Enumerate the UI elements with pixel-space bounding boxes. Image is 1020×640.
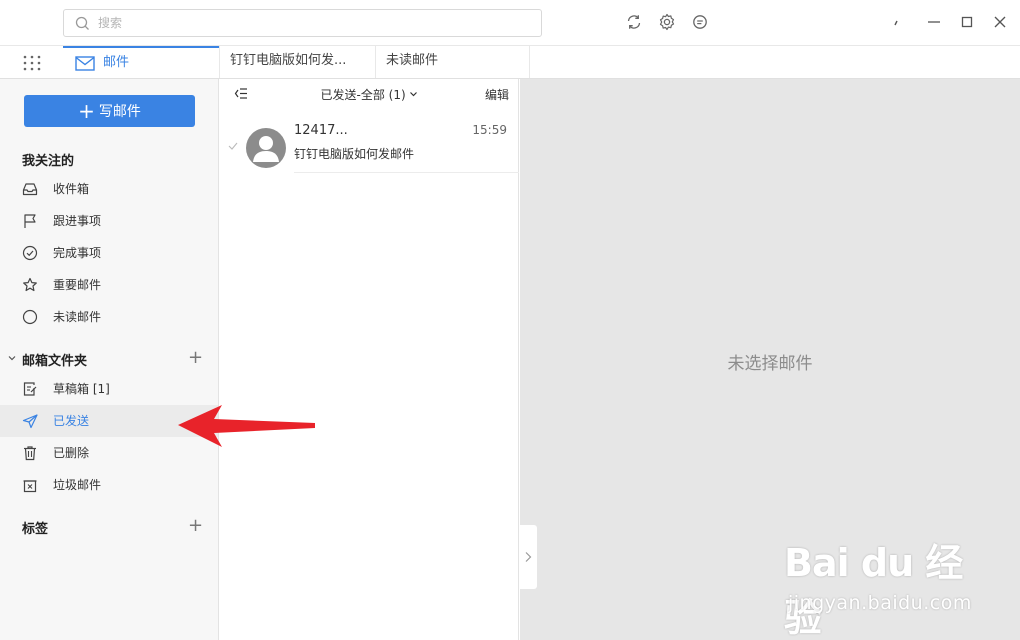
sidebar-item-label: 跟进事项 (53, 214, 102, 228)
edit-button[interactable]: 编辑 (485, 86, 509, 103)
divider (294, 172, 519, 173)
watermark-url: jingyan.baidu.com (788, 592, 972, 614)
list-item[interactable]: 12417... 15:59 钉钉电脑版如何发邮件 (220, 112, 519, 174)
circle-icon (22, 309, 38, 325)
trash-icon (24, 446, 36, 461)
search-icon (75, 16, 89, 30)
sidebar-item-drafts[interactable]: 草稿箱 [1] (0, 373, 218, 405)
sidebar-item-important[interactable]: 重要邮件 (0, 269, 218, 301)
tab-unread[interactable]: 未读邮件 (375, 46, 530, 78)
section-following: 我关注的 (22, 154, 75, 169)
minimize-icon[interactable] (924, 12, 944, 32)
draft-icon (23, 382, 37, 396)
sidebar-item-inbox[interactable]: 收件箱 (0, 173, 218, 205)
user-icon (253, 136, 279, 162)
title-bar (0, 0, 1020, 46)
sidebar-item-label: 收件箱 (53, 182, 90, 196)
tab-bar: 邮件 钉钉电脑版如何发... 未读邮件 (0, 46, 1020, 79)
apps-grid-icon[interactable] (22, 54, 42, 72)
mail-list-header: 已发送-全部 (1) 编辑 (220, 79, 519, 109)
chat-icon[interactable] (691, 13, 709, 31)
expand-pane-button[interactable] (520, 525, 537, 589)
inbox-icon (22, 183, 38, 196)
email-time: 15:59 (472, 123, 507, 137)
mail-list-pane: 已发送-全部 (1) 编辑 12417... 15:59 钉钉电脑版如何发邮件 (220, 79, 519, 640)
watermark-logo: Bai du 经验 (784, 541, 963, 640)
tab-label: 未读邮件 (386, 53, 439, 68)
maximize-icon[interactable] (957, 12, 977, 32)
folder-filter-dropdown[interactable]: 已发送-全部 (1) (220, 86, 519, 103)
avatar (246, 128, 286, 168)
sidebar-item-label: 已发送 (53, 414, 90, 428)
close-icon[interactable] (990, 12, 1010, 32)
section-tags: 标签 (22, 522, 49, 537)
sidebar-item-done[interactable]: 完成事项 (0, 237, 218, 269)
spam-icon (23, 480, 37, 493)
email-sender: 12417... (294, 123, 348, 138)
mail-icon (75, 56, 95, 71)
email-subject: 钉钉电脑版如何发邮件 (294, 147, 415, 161)
baidu-jingyan-watermark: Bai du 经验 jingyan.baidu.com (784, 528, 974, 640)
check-icon[interactable] (228, 142, 238, 150)
compose-label: 写邮件 (98, 104, 141, 120)
folder-filter-label: 已发送-全部 (1) (320, 88, 406, 102)
send-icon (22, 414, 38, 429)
sidebar: + 写邮件 我关注的 收件箱 跟进事项 完成事项 重要邮件 未读邮件 邮箱文件夹… (0, 79, 219, 640)
empty-state-text: 未选择邮件 (727, 354, 813, 374)
star-icon (23, 277, 37, 292)
tab-label: 钉钉电脑版如何发... (230, 53, 347, 68)
compose-button[interactable]: + 写邮件 (24, 95, 195, 127)
settings-icon[interactable] (658, 13, 676, 31)
sidebar-item-label: 重要邮件 (53, 278, 102, 292)
check-circle-icon (22, 245, 38, 261)
tab-mail[interactable]: 邮件 (63, 46, 219, 78)
sidebar-item-label: 草稿箱 [1] (53, 382, 110, 396)
tab-mail-label: 邮件 (103, 55, 130, 70)
annotation-arrow (178, 405, 315, 447)
search-input[interactable] (98, 13, 518, 33)
sidebar-item-label: 完成事项 (53, 246, 102, 260)
sidebar-item-spam[interactable]: 垃圾邮件 (0, 469, 218, 501)
tab-how-to-send[interactable]: 钉钉电脑版如何发... (219, 46, 374, 78)
refresh-icon[interactable] (625, 13, 643, 31)
sidebar-item-label: 垃圾邮件 (53, 478, 102, 492)
chevron-right-icon (525, 552, 532, 562)
sidebar-item-label: 未读邮件 (53, 310, 102, 324)
chevron-down-icon (410, 92, 418, 97)
pin-icon[interactable] (886, 12, 906, 32)
sidebar-item-follow-up[interactable]: 跟进事项 (0, 205, 218, 237)
add-folder-button[interactable]: + (188, 349, 203, 367)
plus-icon: + (78, 99, 95, 123)
chevron-down-icon[interactable] (7, 353, 17, 363)
flag-icon (24, 214, 36, 228)
sidebar-item-label: 已删除 (53, 446, 90, 460)
search-box[interactable] (63, 9, 542, 37)
sidebar-item-unread[interactable]: 未读邮件 (0, 301, 218, 333)
section-folders: 邮箱文件夹 (22, 354, 88, 369)
add-tag-button[interactable]: + (188, 517, 203, 535)
